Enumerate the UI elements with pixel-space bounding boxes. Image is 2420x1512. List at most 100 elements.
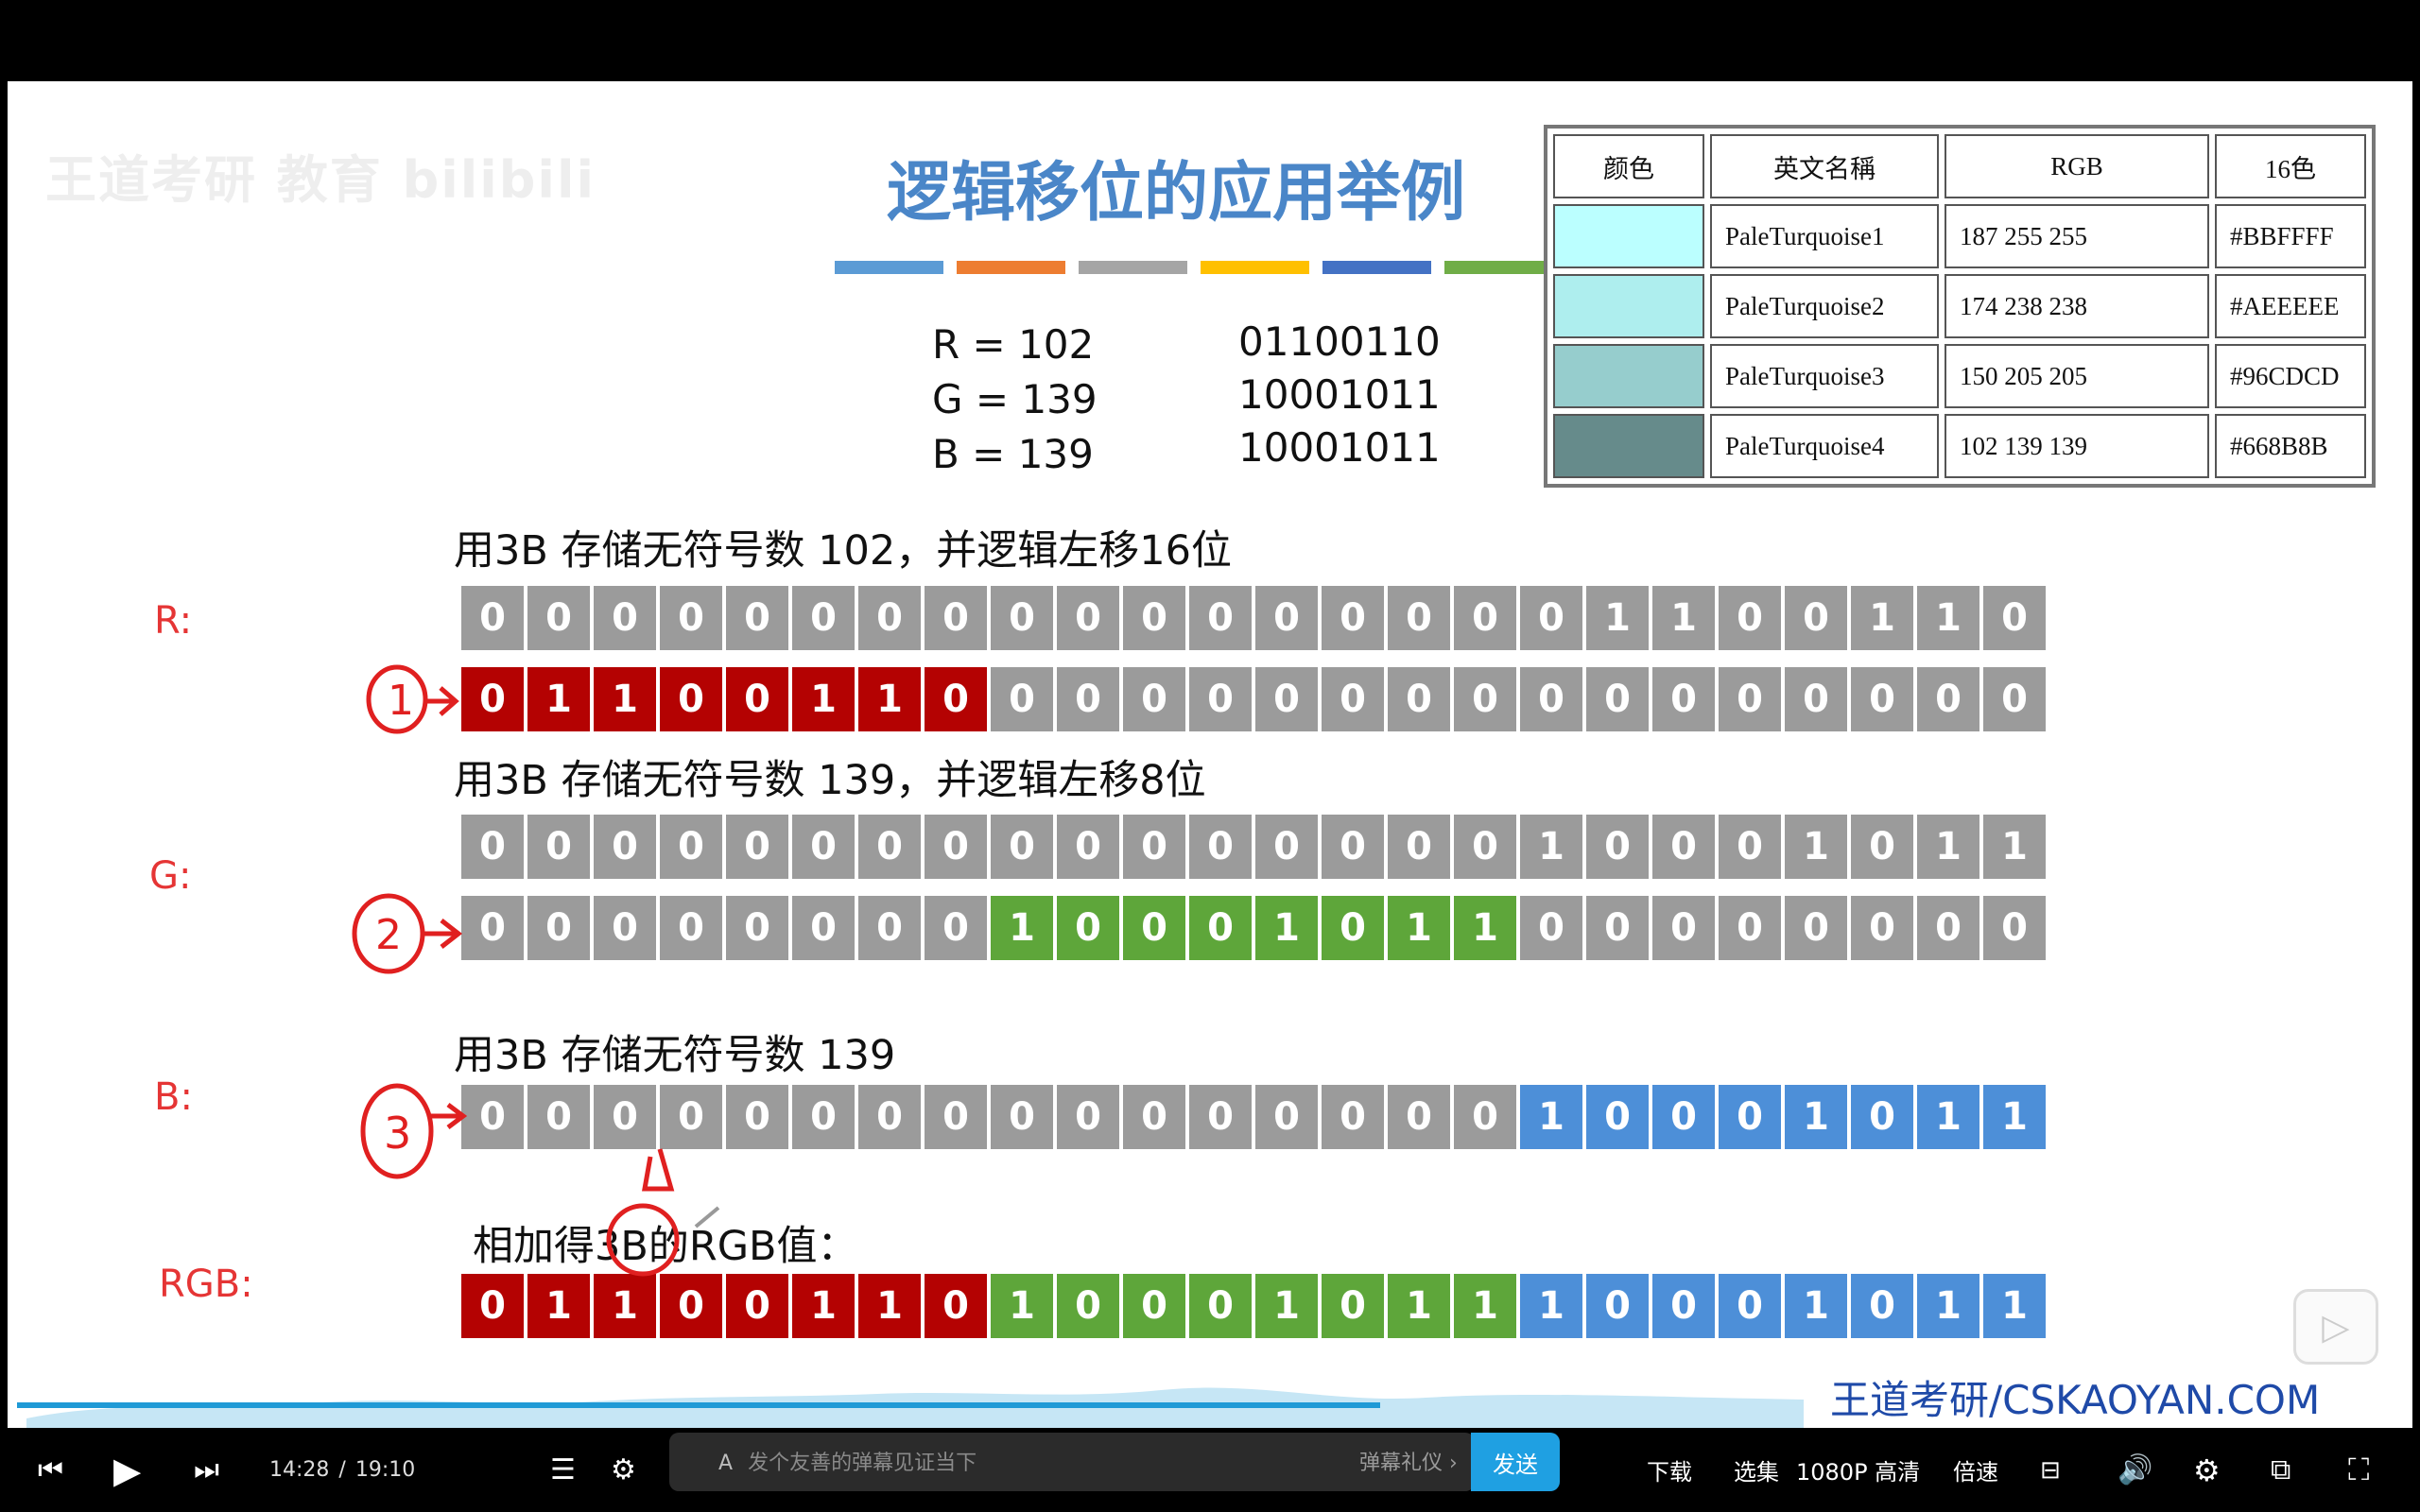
bit-cell: 0 <box>594 586 656 650</box>
bit-cell: 1 <box>858 667 921 731</box>
video-progress-bar[interactable] <box>17 1402 1381 1408</box>
color-swatch <box>1553 204 1704 268</box>
bit-cell: 0 <box>1719 1274 1781 1338</box>
bit-cell: 0 <box>1917 896 1979 960</box>
bit-cell: 0 <box>1917 667 1979 731</box>
episodes-button[interactable]: 选集 <box>1734 1428 1779 1512</box>
bit-cell: 1 <box>1917 1085 1979 1149</box>
bit-row-rgb-sum: 011001101000101110001011 <box>461 1274 2046 1338</box>
bit-cell: 0 <box>1189 896 1252 960</box>
bit-cell: 1 <box>1454 896 1516 960</box>
label-b: B: <box>154 1075 193 1119</box>
bit-cell: 0 <box>792 1085 855 1149</box>
bit-cell: 0 <box>660 586 722 650</box>
top-black-bar <box>0 0 2420 81</box>
color-rgb: 187 255 255 <box>1945 204 2209 268</box>
color-swatch <box>1553 414 1704 478</box>
g-decimal: G = 139 <box>932 376 1098 422</box>
bit-cell: 1 <box>1917 586 1979 650</box>
table-row: PaleTurquoise2 174 238 238 #AEEEEE <box>1553 274 2366 338</box>
title-color-bar <box>835 261 943 274</box>
handwritten-step-2-mark: 2 <box>352 893 463 974</box>
color-hex: #96CDCD <box>2215 344 2366 408</box>
bit-cell: 0 <box>1652 1274 1715 1338</box>
title-color-bar <box>1444 261 1553 274</box>
bit-cell: 0 <box>1388 1085 1450 1149</box>
bit-cell: 0 <box>1057 586 1119 650</box>
rgb-binary-values: 01100110 10001011 10001011 <box>1238 316 1441 474</box>
bilibili-watermark: 王道考研 教育 bilibili <box>45 150 596 210</box>
bit-cell: 0 <box>1851 896 1913 960</box>
waveform-progress-preview <box>26 1387 1804 1428</box>
bit-cell: 1 <box>1917 815 1979 879</box>
volume-icon[interactable]: 🔊 <box>2118 1428 2152 1512</box>
settings-gear-icon[interactable]: ⚙ <box>2193 1428 2221 1512</box>
bit-cell: 0 <box>1586 667 1649 731</box>
bit-cell: 0 <box>1851 1085 1913 1149</box>
table-header-row: 颜色 英文名稱 RGB 16色 <box>1553 134 2366 198</box>
bit-cell: 1 <box>1388 896 1450 960</box>
bit-cell: 1 <box>1983 1085 2046 1149</box>
bit-cell: 0 <box>1454 586 1516 650</box>
bit-cell: 0 <box>660 896 722 960</box>
bit-cell: 0 <box>1785 667 1847 731</box>
title-color-bar <box>1079 261 1187 274</box>
bit-cell: 0 <box>1586 815 1649 879</box>
header-color: 颜色 <box>1553 134 1704 198</box>
bit-cell: 0 <box>1255 667 1318 731</box>
bit-cell: 0 <box>925 896 987 960</box>
bit-cell: 0 <box>726 1274 788 1338</box>
table-row: PaleTurquoise4 102 139 139 #668B8B <box>1553 414 2366 478</box>
color-reference-table: 颜色 英文名稱 RGB 16色 PaleTurquoise1 187 255 2… <box>1544 125 2376 488</box>
bit-cell: 0 <box>925 586 987 650</box>
bit-cell: 0 <box>660 667 722 731</box>
title-color-bar <box>1322 261 1431 274</box>
bit-cell: 0 <box>858 586 921 650</box>
bit-cell: 1 <box>1785 815 1847 879</box>
subtitle-icon[interactable]: ⊟ <box>2040 1428 2061 1512</box>
caption-r: 用3B 存储无符号数 102，并逻辑左移16位 <box>454 527 1232 575</box>
bit-cell: 0 <box>1057 1274 1119 1338</box>
download-button[interactable]: 下载 <box>1647 1428 1692 1512</box>
title-color-bar <box>957 261 1065 274</box>
bit-cell: 0 <box>1255 586 1318 650</box>
bit-cell: 0 <box>1983 896 2046 960</box>
bit-cell: 0 <box>1388 586 1450 650</box>
b-decimal: B = 139 <box>932 431 1094 477</box>
bit-cell: 0 <box>1057 896 1119 960</box>
color-rgb: 150 205 205 <box>1945 344 2209 408</box>
mini-play-badge[interactable]: ▷ <box>2293 1289 2378 1365</box>
color-swatch <box>1553 274 1704 338</box>
bit-cell: 0 <box>1123 1274 1185 1338</box>
bit-cell: 0 <box>1189 1274 1252 1338</box>
bit-cell: 0 <box>1520 896 1582 960</box>
bit-cell: 0 <box>1520 586 1582 650</box>
widescreen-icon[interactable]: ⛶ <box>2348 1428 2369 1512</box>
rgb-decimal-values: R = 102 G = 139 B = 139 <box>932 318 1098 482</box>
quality-button[interactable]: 1080P 高清 <box>1796 1428 1920 1512</box>
bit-cell: 1 <box>792 1274 855 1338</box>
bit-cell: 1 <box>1917 1274 1979 1338</box>
picture-in-picture-icon[interactable]: ⧉ <box>2271 1428 2290 1512</box>
bit-row-r-original: 000000000000000001100110 <box>461 586 2046 650</box>
bit-cell: 0 <box>925 1085 987 1149</box>
bit-cell: 1 <box>594 1274 656 1338</box>
bit-cell: 0 <box>594 815 656 879</box>
bit-cell: 0 <box>660 1274 722 1338</box>
speed-button[interactable]: 倍速 <box>1953 1428 1998 1512</box>
bit-cell: 0 <box>1255 1085 1318 1149</box>
bit-cell: 1 <box>1851 586 1913 650</box>
bit-cell: 0 <box>991 667 1053 731</box>
bit-cell: 1 <box>1586 586 1649 650</box>
bit-cell: 0 <box>461 1274 524 1338</box>
bit-cell: 0 <box>1652 1085 1715 1149</box>
bit-cell: 1 <box>594 667 656 731</box>
bit-cell: 0 <box>1322 1085 1384 1149</box>
bit-cell: 1 <box>1785 1274 1847 1338</box>
bit-cell: 1 <box>792 667 855 731</box>
color-rgb: 174 238 238 <box>1945 274 2209 338</box>
bit-cell: 0 <box>461 586 524 650</box>
bit-cell: 0 <box>858 815 921 879</box>
bit-cell: 1 <box>1520 1085 1582 1149</box>
bit-cell: 0 <box>925 1274 987 1338</box>
